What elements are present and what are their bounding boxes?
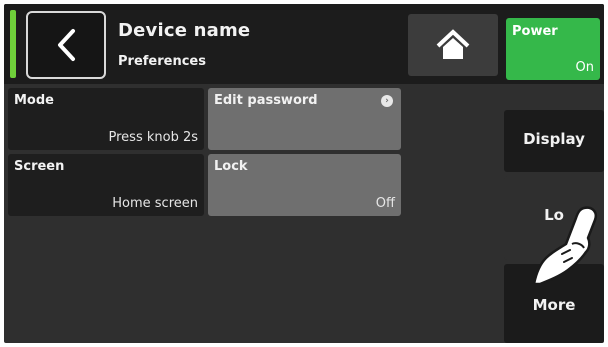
lock-label: Lock (214, 159, 248, 174)
back-button[interactable] (26, 11, 106, 79)
lock-value: Off (375, 196, 395, 211)
power-value: On (575, 60, 594, 75)
device-screen: Device name Preferences Power On Mode Pr… (4, 4, 604, 343)
screen-tile[interactable]: Screen Home screen (8, 154, 204, 216)
page-subtitle: Preferences (118, 54, 206, 69)
device-title: Device name (118, 20, 251, 41)
screen-value: Home screen (112, 196, 198, 211)
edit-password-tile[interactable]: Edit password › (208, 88, 401, 150)
home-button[interactable] (408, 14, 498, 76)
power-button[interactable]: Power On (506, 18, 600, 80)
tab-display-label: Display (523, 130, 585, 148)
tab-display[interactable]: Display (504, 110, 604, 172)
status-indicator (10, 10, 16, 78)
screen-label: Screen (14, 159, 65, 174)
info-icon: › (381, 95, 393, 107)
mode-label: Mode (14, 93, 54, 108)
pointing-hand-icon (532, 206, 597, 284)
home-icon (436, 29, 470, 59)
mode-value: Press knob 2s (108, 130, 199, 145)
power-label: Power (512, 24, 558, 39)
mode-tile[interactable]: Mode Press knob 2s (8, 88, 204, 150)
chevron-left-icon (58, 29, 75, 61)
edit-password-label: Edit password (214, 93, 318, 108)
lock-tile[interactable]: Lock Off (208, 154, 401, 216)
tab-more-label: More (532, 296, 576, 314)
header-bar: Device name Preferences Power On (4, 4, 604, 84)
